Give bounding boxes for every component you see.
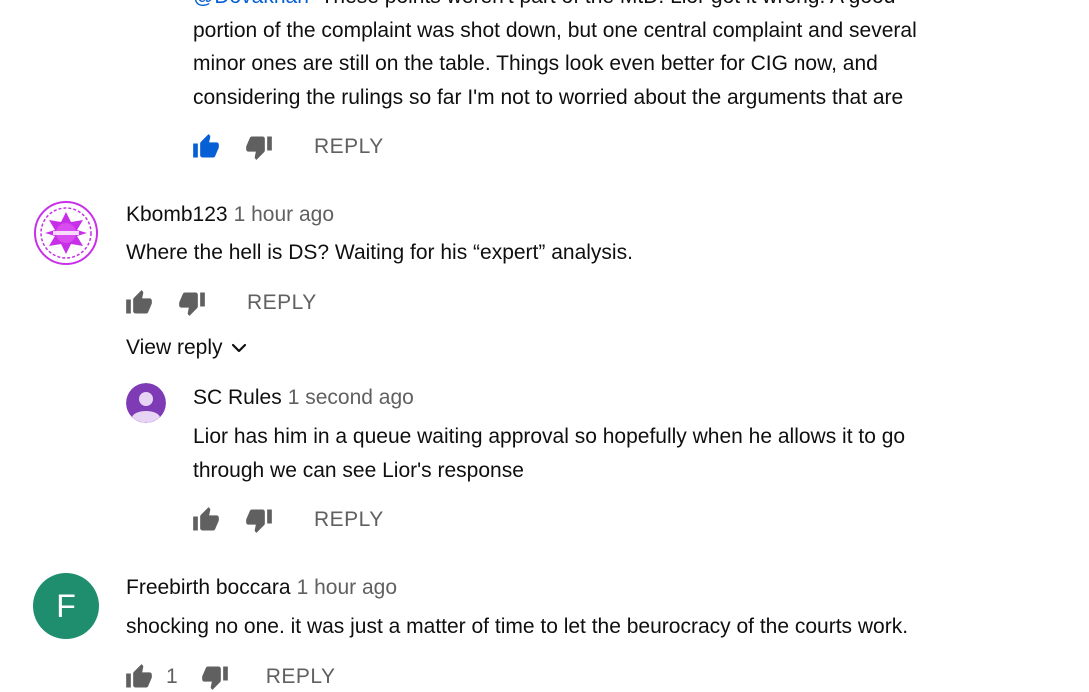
thumbs-up-icon — [192, 133, 220, 161]
reply-button[interactable]: REPLY — [314, 135, 384, 159]
comment-actions: REPLY — [191, 132, 384, 162]
reply-button[interactable]: REPLY — [247, 291, 317, 315]
comment-text-partial-line: @Dovakhan These points weren't part of t… — [193, 0, 917, 14]
comment-author[interactable]: Freebirth boccara — [126, 576, 291, 599]
avatar[interactable]: F — [33, 573, 99, 639]
dislike-button[interactable] — [177, 288, 207, 318]
mention-link[interactable]: @Dovakhan — [193, 0, 309, 8]
comment-timestamp[interactable]: 1 second ago — [288, 386, 414, 409]
reply-button[interactable]: REPLY — [266, 665, 336, 689]
comment-timestamp[interactable]: 1 hour ago — [297, 576, 397, 599]
avatar[interactable] — [126, 383, 166, 423]
like-button[interactable] — [124, 288, 154, 318]
comment-timestamp[interactable]: 1 hour ago — [234, 203, 334, 226]
like-button[interactable] — [191, 505, 221, 535]
thumbs-up-icon — [125, 663, 153, 691]
thumbs-down-icon — [245, 133, 273, 161]
comment-text-line: minor ones are still on the table. Thing… — [193, 52, 878, 75]
comment-header: Kbomb123 1 hour ago — [126, 203, 334, 227]
avatar-image — [33, 200, 99, 266]
comment-actions: 1 REPLY — [124, 662, 336, 692]
thumbs-down-icon — [201, 663, 229, 691]
comment-actions: REPLY — [191, 505, 384, 535]
default-user-icon — [126, 383, 166, 423]
top-comment: @Dovakhan These points weren't part of t… — [193, 0, 917, 114]
avatar[interactable] — [33, 200, 99, 266]
comment-text: Lior has him in a queue waiting approval… — [193, 420, 905, 487]
avatar-letter: F — [56, 587, 76, 624]
comment-author[interactable]: SC Rules — [193, 386, 282, 409]
comment-author[interactable]: Kbomb123 — [126, 203, 228, 226]
comment-header: SC Rules 1 second ago — [193, 386, 414, 410]
chevron-down-icon — [231, 343, 246, 353]
comment-text-line: Lior has him in a queue waiting approval… — [193, 425, 906, 448]
reply-button[interactable]: REPLY — [314, 508, 384, 532]
comment-actions: REPLY — [124, 288, 317, 318]
thumbs-down-icon — [178, 289, 206, 317]
comment-text-line: considering the rulings so far I'm not t… — [193, 85, 904, 109]
view-reply-toggle[interactable]: View reply — [126, 336, 251, 360]
like-button[interactable] — [124, 662, 154, 692]
like-button[interactable] — [191, 132, 221, 162]
comment-header: Freebirth boccara 1 hour ago — [126, 576, 397, 600]
thumbs-down-icon — [245, 506, 273, 534]
partial-first-line: These points weren't part of the MtD. Li… — [315, 0, 896, 8]
thumbs-up-icon — [192, 506, 220, 534]
thumbs-up-icon — [125, 289, 153, 317]
comment-text-line: portion of the complaint was shot down, … — [193, 18, 917, 42]
dislike-button[interactable] — [200, 662, 230, 692]
comment-text-line: through we can see Lior's response — [193, 458, 524, 482]
dislike-button[interactable] — [244, 505, 274, 535]
comment-text: shocking no one. it was just a matter of… — [126, 615, 909, 638]
comment-text: Where the hell is DS? Waiting for his “e… — [126, 241, 633, 264]
view-reply-label: View reply — [126, 336, 223, 359]
like-count: 1 — [166, 665, 178, 688]
dislike-button[interactable] — [244, 132, 274, 162]
